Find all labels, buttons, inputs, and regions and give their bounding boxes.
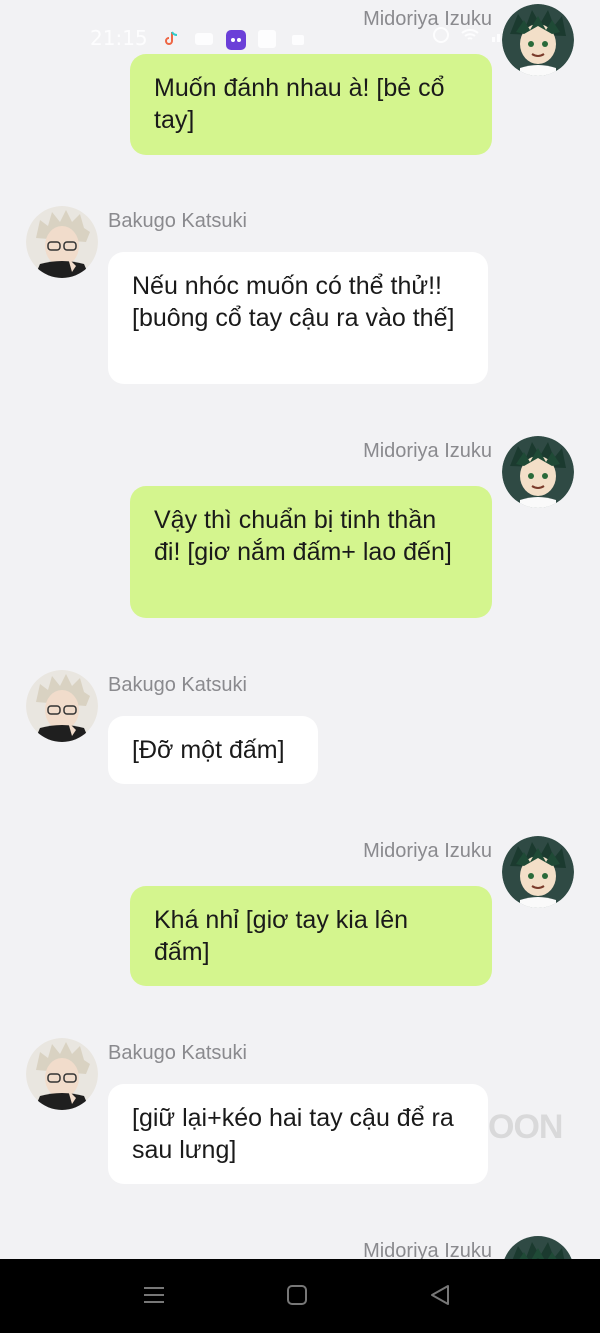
app-icon <box>225 30 246 50</box>
message-bubble-sent[interactable]: Muốn đánh nhau à! [bẻ cổ tay] <box>130 54 492 155</box>
android-icon <box>290 30 308 46</box>
sender-name: Bakugo Katsuki <box>108 674 247 696</box>
message-bubble-sent[interactable]: Khá nhỉ [giơ tay kia lên đấm] <box>130 886 492 986</box>
tiktok-icon <box>162 30 180 46</box>
menu-icon[interactable] <box>142 1283 166 1312</box>
home-icon[interactable] <box>285 1283 309 1312</box>
bakugo-avatar[interactable] <box>26 206 98 278</box>
bakugo-avatar[interactable] <box>26 1038 98 1110</box>
sender-name: Bakugo Katsuki <box>108 1042 247 1064</box>
message-bubble-sent[interactable]: Vậy thì chuẩn bị tinh thần đi! [giơ nắm … <box>130 486 492 618</box>
sender-name: Midoriya Izuku <box>363 840 492 862</box>
bakugo-avatar[interactable] <box>26 670 98 742</box>
midoriya-avatar[interactable] <box>502 4 574 76</box>
sender-name: Midoriya Izuku <box>363 440 492 462</box>
message-bubble-received[interactable]: Nếu nhóc muốn có thể thử!! [buông cổ tay… <box>108 252 488 384</box>
midoriya-avatar[interactable] <box>502 436 574 508</box>
message-bubble-received[interactable]: [giữ lại+kéo hai tay cậu để ra sau lưng] <box>108 1084 488 1184</box>
facebook-icon <box>257 30 276 48</box>
sender-name: Bakugo Katsuki <box>108 210 247 232</box>
midoriya-avatar[interactable] <box>502 1236 574 1259</box>
message-bubble-received[interactable]: [Đỡ một đấm] <box>108 716 318 784</box>
status-time: 21:15 <box>90 26 148 50</box>
status-notification-icons <box>162 30 308 50</box>
sender-name: Midoriya Izuku <box>363 8 492 30</box>
youtube-icon <box>194 30 213 46</box>
system-navigation-bar <box>0 1259 600 1333</box>
midoriya-avatar[interactable] <box>502 836 574 908</box>
back-icon[interactable] <box>428 1283 452 1312</box>
watermark-logo: OON <box>488 1108 563 1146</box>
